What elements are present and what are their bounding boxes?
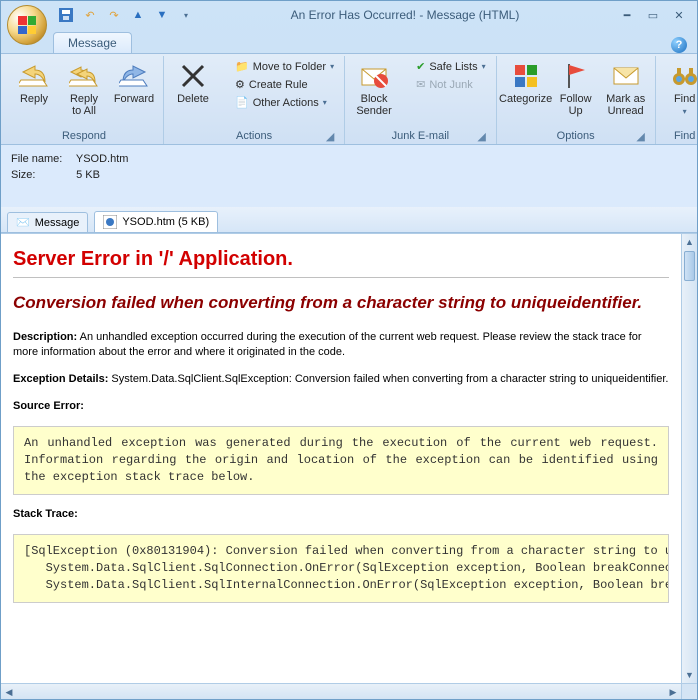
reply-all-icon <box>68 60 100 92</box>
delete-icon <box>177 60 209 92</box>
attachment-preview: Server Error in '/' Application. Convers… <box>1 234 681 683</box>
categorize-button[interactable]: Categorize <box>503 58 549 107</box>
title-bar: ↶ ↷ ▲ ▼ ▾ An Error Has Occurred! - Messa… <box>1 1 697 29</box>
ysod-stack-trace-label: Stack Trace: <box>13 508 78 520</box>
maximize-button[interactable]: ▭ <box>641 7 665 23</box>
ysod-source-error-label: Source Error: <box>13 400 84 412</box>
help-icon[interactable]: ? <box>671 37 687 53</box>
chevron-down-icon: ▾ <box>323 98 327 107</box>
follow-up-button[interactable]: Follow Up <box>553 58 599 119</box>
html-file-icon <box>103 215 117 229</box>
scroll-down-icon[interactable]: ▼ <box>682 667 697 683</box>
next-item-icon[interactable]: ▼ <box>153 6 171 24</box>
move-to-folder-button[interactable]: 📁Move to Folder▾ <box>231 58 338 75</box>
message-info: File name: YSOD.htm Size: 5 KB <box>1 145 697 189</box>
save-icon[interactable] <box>57 6 75 24</box>
undo-icon[interactable]: ↶ <box>81 6 99 24</box>
vertical-scrollbar[interactable]: ▲ ▼ <box>681 234 697 683</box>
minimize-button[interactable]: ━ <box>615 7 639 23</box>
horizontal-scrollbar[interactable]: ◀ ▶ <box>1 683 681 699</box>
chevron-down-icon: ▾ <box>683 107 687 116</box>
reply-button[interactable]: Reply <box>11 58 57 107</box>
window-title: An Error Has Occurred! - Message (HTML) <box>195 8 615 22</box>
group-label-respond: Respond <box>62 130 106 142</box>
safe-lists-icon: ✔ <box>416 60 425 73</box>
file-name-value: YSOD.htm <box>76 153 129 165</box>
group-label-find: Find <box>674 130 695 142</box>
ysod-exception-details: System.Data.SqlClient.SqlException: Conv… <box>111 373 668 385</box>
ysod-description: An unhandled exception occurred during t… <box>13 331 642 358</box>
ysod-stack-trace-box: [SqlException (0x80131904): Conversion f… <box>13 534 669 603</box>
office-button[interactable] <box>7 5 47 45</box>
not-junk-icon: ✉ <box>416 78 425 91</box>
block-sender-button[interactable]: Block Sender <box>351 58 397 119</box>
ysod-source-error-box: An unhandled exception was generated dur… <box>13 426 669 495</box>
flag-icon <box>560 60 592 92</box>
dialog-launcher-icon[interactable]: ◢ <box>476 130 488 142</box>
resize-grip[interactable] <box>681 683 697 699</box>
find-button[interactable]: Find▾ <box>662 58 698 120</box>
previous-item-icon[interactable]: ▲ <box>129 6 147 24</box>
reply-all-button[interactable]: Reply to All <box>61 58 107 119</box>
tab-message[interactable]: Message <box>53 32 132 53</box>
forward-icon <box>118 60 150 92</box>
not-junk-button: ✉Not Junk <box>412 76 490 93</box>
create-rule-button[interactable]: ⚙Create Rule <box>231 76 338 93</box>
file-size-value: 5 KB <box>76 169 100 181</box>
other-actions-button[interactable]: 📄Other Actions▾ <box>231 94 338 111</box>
scroll-up-icon[interactable]: ▲ <box>682 234 697 250</box>
dialog-launcher-icon[interactable]: ◢ <box>324 130 336 142</box>
ysod-subheading: Conversion failed when converting from a… <box>13 292 669 314</box>
qat-customize-icon[interactable]: ▾ <box>177 6 195 24</box>
reply-icon <box>18 60 50 92</box>
dialog-launcher-icon[interactable]: ◢ <box>635 130 647 142</box>
delete-button[interactable]: Delete <box>170 58 216 107</box>
folder-move-icon: 📁 <box>235 60 249 73</box>
attachment-tab-message[interactable]: ✉️ Message <box>7 212 88 232</box>
group-label-actions: Actions <box>236 130 272 142</box>
ribbon: Reply Reply to All Forward Respond Delet… <box>1 53 697 145</box>
rule-icon: ⚙ <box>235 78 245 91</box>
group-label-options: Options <box>557 130 595 142</box>
binoculars-icon <box>669 60 698 92</box>
scroll-right-icon[interactable]: ▶ <box>665 684 681 699</box>
chevron-down-icon: ▾ <box>482 62 486 71</box>
forward-button[interactable]: Forward <box>111 58 157 107</box>
chevron-down-icon: ▾ <box>330 62 334 71</box>
other-actions-icon: 📄 <box>235 96 249 109</box>
close-button[interactable]: ✕ <box>667 7 691 23</box>
ysod-heading: Server Error in '/' Application. <box>13 248 669 271</box>
group-label-junk: Junk E-mail <box>392 130 449 142</box>
envelope-icon: ✉️ <box>16 216 30 229</box>
scroll-thumb[interactable] <box>684 251 695 281</box>
redo-icon[interactable]: ↷ <box>105 6 123 24</box>
attachment-tab-file[interactable]: YSOD.htm (5 KB) <box>94 211 218 232</box>
block-sender-icon <box>358 60 390 92</box>
mark-unread-button[interactable]: Mark as Unread <box>603 58 649 119</box>
safe-lists-button[interactable]: ✔Safe Lists▾ <box>412 58 490 75</box>
mark-unread-icon <box>610 60 642 92</box>
scroll-left-icon[interactable]: ◀ <box>1 684 17 699</box>
categorize-icon <box>510 60 542 92</box>
